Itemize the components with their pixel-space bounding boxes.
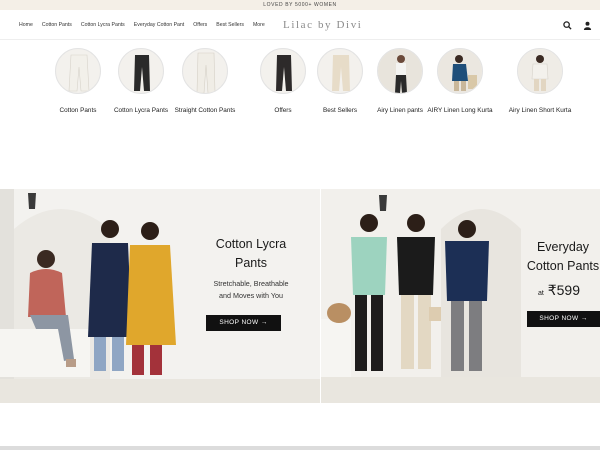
price-value: ₹599 xyxy=(547,282,580,298)
nav-item-best-sellers[interactable]: Best Sellers xyxy=(216,22,244,28)
category-label: Best Sellers xyxy=(322,107,358,114)
category-label: Straight Cotton Pants xyxy=(174,107,236,114)
category-label: Airy Linen Short Kurta xyxy=(508,107,572,114)
hero-banners: Cotton Lycra Pants Stretchable, Breathab… xyxy=(0,189,600,403)
category-thumb xyxy=(377,48,423,94)
category-thumb xyxy=(517,48,563,94)
banner-title-line2: Cotton Pants xyxy=(526,259,600,273)
horizontal-scrollbar[interactable] xyxy=(0,446,600,450)
banner-subtitle: Stretchable, Breathable and Moves with Y… xyxy=(186,278,316,302)
shop-now-button[interactable]: SHOP NOW → xyxy=(206,315,281,331)
category-item-airy-linen-short-kurta[interactable]: Airy Linen Short Kurta xyxy=(498,48,582,114)
banner-everyday-cotton-pants[interactable]: Everyday Cotton Pants at ₹599 SHOP NOW → xyxy=(321,189,600,403)
category-thumb xyxy=(182,48,228,94)
category-item-airy-linen-long-kurta[interactable]: AIRY Linen Long Kurta xyxy=(418,48,502,114)
nav-item-cotton-lycra-pants[interactable]: Cotton Lycra Pants xyxy=(81,22,125,28)
banner-title-line1: Cotton Lycra xyxy=(215,237,287,251)
user-icon[interactable] xyxy=(582,20,592,30)
nav-item-cotton-pants[interactable]: Cotton Pants xyxy=(42,22,72,28)
search-icon[interactable] xyxy=(562,20,572,30)
nav-item-everyday-cotton-pant[interactable]: Everyday Cotton Pant xyxy=(134,22,184,28)
banner-title-line2: Pants xyxy=(235,256,267,270)
banner-subtitle-line1: Stretchable, Breathable xyxy=(213,279,289,288)
category-label: Cotton Pants xyxy=(59,107,97,114)
site-header: Home Cotton Pants Cotton Lycra Pants Eve… xyxy=(0,10,600,40)
category-label: Cotton Lycra Pants xyxy=(113,107,169,114)
banner-subtitle-line2: and Moves with You xyxy=(219,291,283,300)
category-item-straight-cotton-pants[interactable]: Straight Cotton Pants xyxy=(163,48,247,114)
nav-item-home[interactable]: Home xyxy=(19,22,33,28)
announcement-text: LOVED BY 5000+ WOMEN xyxy=(263,2,337,8)
header-icons xyxy=(562,20,592,30)
main-nav: Home Cotton Pants Cotton Lycra Pants Eve… xyxy=(19,10,265,40)
nav-item-more[interactable]: More xyxy=(253,22,265,28)
category-thumb xyxy=(317,48,363,94)
banner-cotton-lycra-pants[interactable]: Cotton Lycra Pants Stretchable, Breathab… xyxy=(0,189,320,403)
banner-title: Everyday Cotton Pants xyxy=(513,238,600,276)
category-thumb xyxy=(437,48,483,94)
banner-title: Cotton Lycra Pants xyxy=(190,235,312,273)
category-label: Airy Linen pants xyxy=(377,107,423,114)
category-thumb xyxy=(118,48,164,94)
category-label: Offers xyxy=(274,107,292,114)
shop-now-button[interactable]: SHOP NOW → xyxy=(527,311,600,327)
announcement-bar: LOVED BY 5000+ WOMEN xyxy=(0,0,600,10)
price-prefix: at xyxy=(538,290,544,297)
category-label: AIRY Linen Long Kurta xyxy=(427,107,493,114)
banner-price: at ₹599 xyxy=(538,282,580,299)
banner-title-line1: Everyday xyxy=(536,240,590,254)
category-carousel: Cotton Pants Cotton Lycra Pants Straight… xyxy=(0,40,600,145)
nav-item-offers[interactable]: Offers xyxy=(193,22,207,28)
brand-logo[interactable]: Lilac by Divi xyxy=(283,19,362,31)
category-thumb xyxy=(55,48,101,94)
